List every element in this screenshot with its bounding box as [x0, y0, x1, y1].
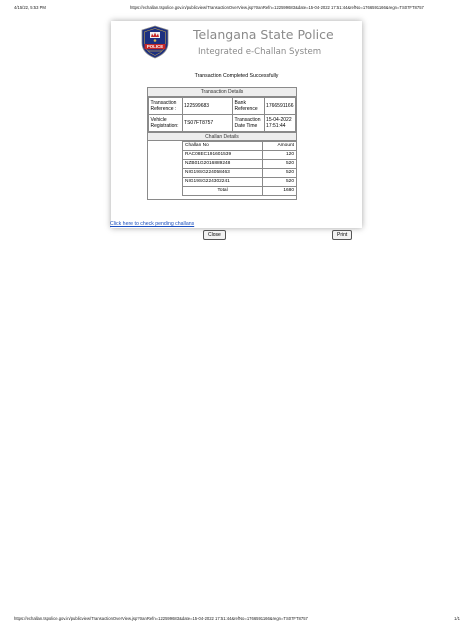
- challan-amount: 520: [262, 159, 297, 169]
- challan-details-heading: Challan Details: [148, 132, 296, 141]
- transaction-details-panel: Transaction Details Transaction Referenc…: [147, 87, 297, 200]
- total-row: Total 1680: [181, 186, 297, 196]
- police-emblem-icon: POLICE: [141, 25, 169, 59]
- logo-text: POLICE: [147, 44, 163, 49]
- transaction-info-table: Transaction Reference : 122599683 Bank R…: [148, 97, 297, 132]
- transaction-details-heading: Transaction Details: [148, 88, 296, 97]
- print-button[interactable]: Print: [332, 230, 353, 240]
- transaction-date-label: Transaction Date Time: [232, 114, 265, 132]
- challan-table: Challan No Amount RAC08EC191601539 120 N…: [181, 141, 297, 196]
- challan-amount: 520: [262, 168, 297, 178]
- challan-receipt-card: POLICE Telangana State Police Integrated…: [111, 21, 362, 240]
- challan-no: RAC08EC191601539: [181, 150, 264, 160]
- vehicle-registration-label: Vehicle Registration:: [148, 114, 183, 132]
- close-button[interactable]: Close: [203, 230, 226, 240]
- table-row: RAC08EC191601539 120: [181, 150, 297, 160]
- table-row: NIG19SG224302241 520: [181, 177, 297, 187]
- table-header-row: Challan No Amount: [181, 141, 297, 151]
- transaction-reference-label: Transaction Reference :: [148, 97, 183, 115]
- challan-amount: 520: [262, 177, 297, 187]
- challan-no: NIG19SG224302241: [181, 177, 264, 187]
- total-label: Total: [181, 186, 264, 196]
- vehicle-registration-value: TS07FT8757: [181, 114, 234, 132]
- table-row: NZB01G2016889248 520: [181, 159, 297, 169]
- page-subtitle: Integrated e-Challan System: [198, 47, 322, 57]
- challan-amount: 120: [262, 150, 297, 160]
- table-row: NIG19SG224058463 520: [181, 168, 297, 178]
- print-url: https://echallan.tspolice.gov.in/publicv…: [130, 5, 424, 10]
- challan-no: NZB01G2016889248: [181, 159, 264, 169]
- banner: POLICE Telangana State Police Integrated…: [111, 21, 362, 67]
- bank-reference-value: 1766591166: [263, 97, 297, 115]
- column-header-amount: Amount: [262, 141, 297, 151]
- transaction-date-value: 15-04-2022 17:51:44: [263, 114, 297, 132]
- transaction-reference-value: 122599683: [181, 97, 234, 115]
- table-row: Vehicle Registration: TS07FT8757 Transac…: [148, 114, 297, 132]
- print-footer-url: https://echallan.tspolice.gov.in/publicv…: [14, 615, 308, 621]
- page-number: 1/1: [454, 615, 460, 621]
- page-title: Telangana State Police: [193, 27, 334, 42]
- check-pending-challans-link[interactable]: Click here to check pending challans: [110, 221, 194, 227]
- bank-reference-label: Bank Reference: [232, 97, 265, 115]
- print-date: 4/15/22, 5:53 PM: [14, 5, 46, 10]
- table-row: Transaction Reference : 122599683 Bank R…: [148, 97, 297, 115]
- total-amount: 1680: [262, 186, 297, 196]
- challan-no: NIG19SG224058463: [181, 168, 264, 178]
- column-header-challan-no: Challan No: [181, 141, 264, 151]
- print-header: 4/15/22, 5:53 PM https://echallan.tspoli…: [14, 5, 460, 10]
- status-message: Transaction Completed Successfully: [194, 73, 279, 79]
